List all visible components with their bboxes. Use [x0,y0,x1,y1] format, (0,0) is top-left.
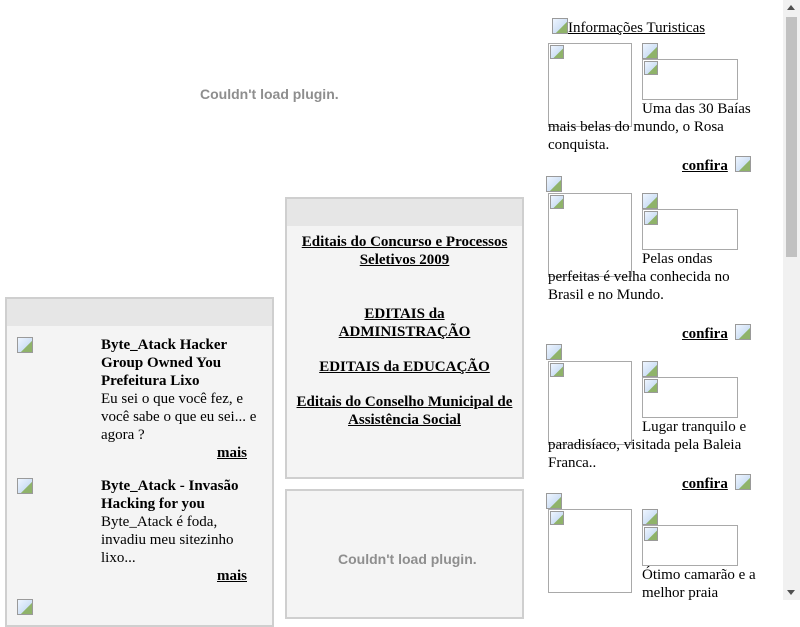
tourism-separator-icon [546,493,562,509]
tourism-header-image-link[interactable]: Informações Turisticas [552,18,705,37]
vertical-scrollbar[interactable] [783,0,800,600]
plugin-error-message-2: Couldn't load plugin. [338,551,477,567]
scrollbar-thumb[interactable] [786,17,797,257]
news-summary: Eu sei o que você fez, e você sabe o que… [101,391,257,443]
tourism-small-icon [642,193,658,209]
tourism-description: Uma das 30 Baías mais belas do mundo, o … [548,101,751,153]
tourism-header-broken-icon [552,18,568,34]
tourism-confira-link[interactable]: confira [682,157,728,175]
tourism-photo[interactable] [548,509,632,593]
tourism-banner-image [642,59,738,100]
news-image-icon [17,599,33,615]
scroll-down-arrow-icon[interactable] [787,590,795,595]
tourism-description: Pelas ondas perfeitas é velha conhecida … [548,251,730,303]
tourism-confira-link[interactable]: confira [682,325,728,343]
tourism-banner-image [642,377,738,418]
tourism-banner-image [642,209,738,250]
tourism-header-alt-text: Informações Turisticas [568,20,706,36]
tourism-separator-icon [546,344,562,360]
tourism-banner-image [642,525,738,566]
link-editais-concurso[interactable]: Editais do Concurso e Processos Seletivo… [287,233,522,269]
tourism-description: Lugar tranquilo e paradisíaco, visitada … [548,419,747,471]
news-title[interactable]: Byte_Atack - Invasão Hacking for you [101,477,261,513]
link-editais-educacao[interactable]: EDITAIS da EDUCAÇÃO [287,358,522,376]
editais-panel: Editais do Concurso e Processos Seletivo… [285,197,524,479]
news-image-icon [17,478,33,494]
tourism-arrow-icon[interactable] [735,474,751,490]
tourism-description: Ótimo camarão e a melhor praia [642,567,756,601]
news-title[interactable]: Byte_Atack Hacker Group Owned You Prefei… [101,336,251,390]
tourism-arrow-icon[interactable] [735,324,751,340]
news-more-link[interactable]: mais [217,567,247,585]
tourism-small-icon [642,509,658,525]
news-panel: Byte_Atack Hacker Group Owned You Prefei… [5,297,274,627]
link-editais-administracao[interactable]: EDITAIS da ADMINISTRAÇÃO [287,305,522,341]
news-summary: Byte_Atack é foda, invadiu meu sitezinho… [101,514,234,566]
editais-panel-header [287,199,522,226]
tourism-small-icon [642,43,658,59]
news-panel-header [7,299,272,326]
tourism-small-icon [642,361,658,377]
tourism-confira-link[interactable]: confira [682,475,728,493]
tourism-separator-icon [546,176,562,192]
link-editais-conselho[interactable]: Editais do Conselho Municipal de Assistê… [287,393,522,429]
plugin-error-message: Couldn't load plugin. [200,86,339,102]
scroll-up-arrow-icon[interactable] [787,5,795,10]
news-more-link[interactable]: mais [217,444,247,462]
news-image-icon [17,337,33,353]
tourism-arrow-icon[interactable] [735,156,751,172]
